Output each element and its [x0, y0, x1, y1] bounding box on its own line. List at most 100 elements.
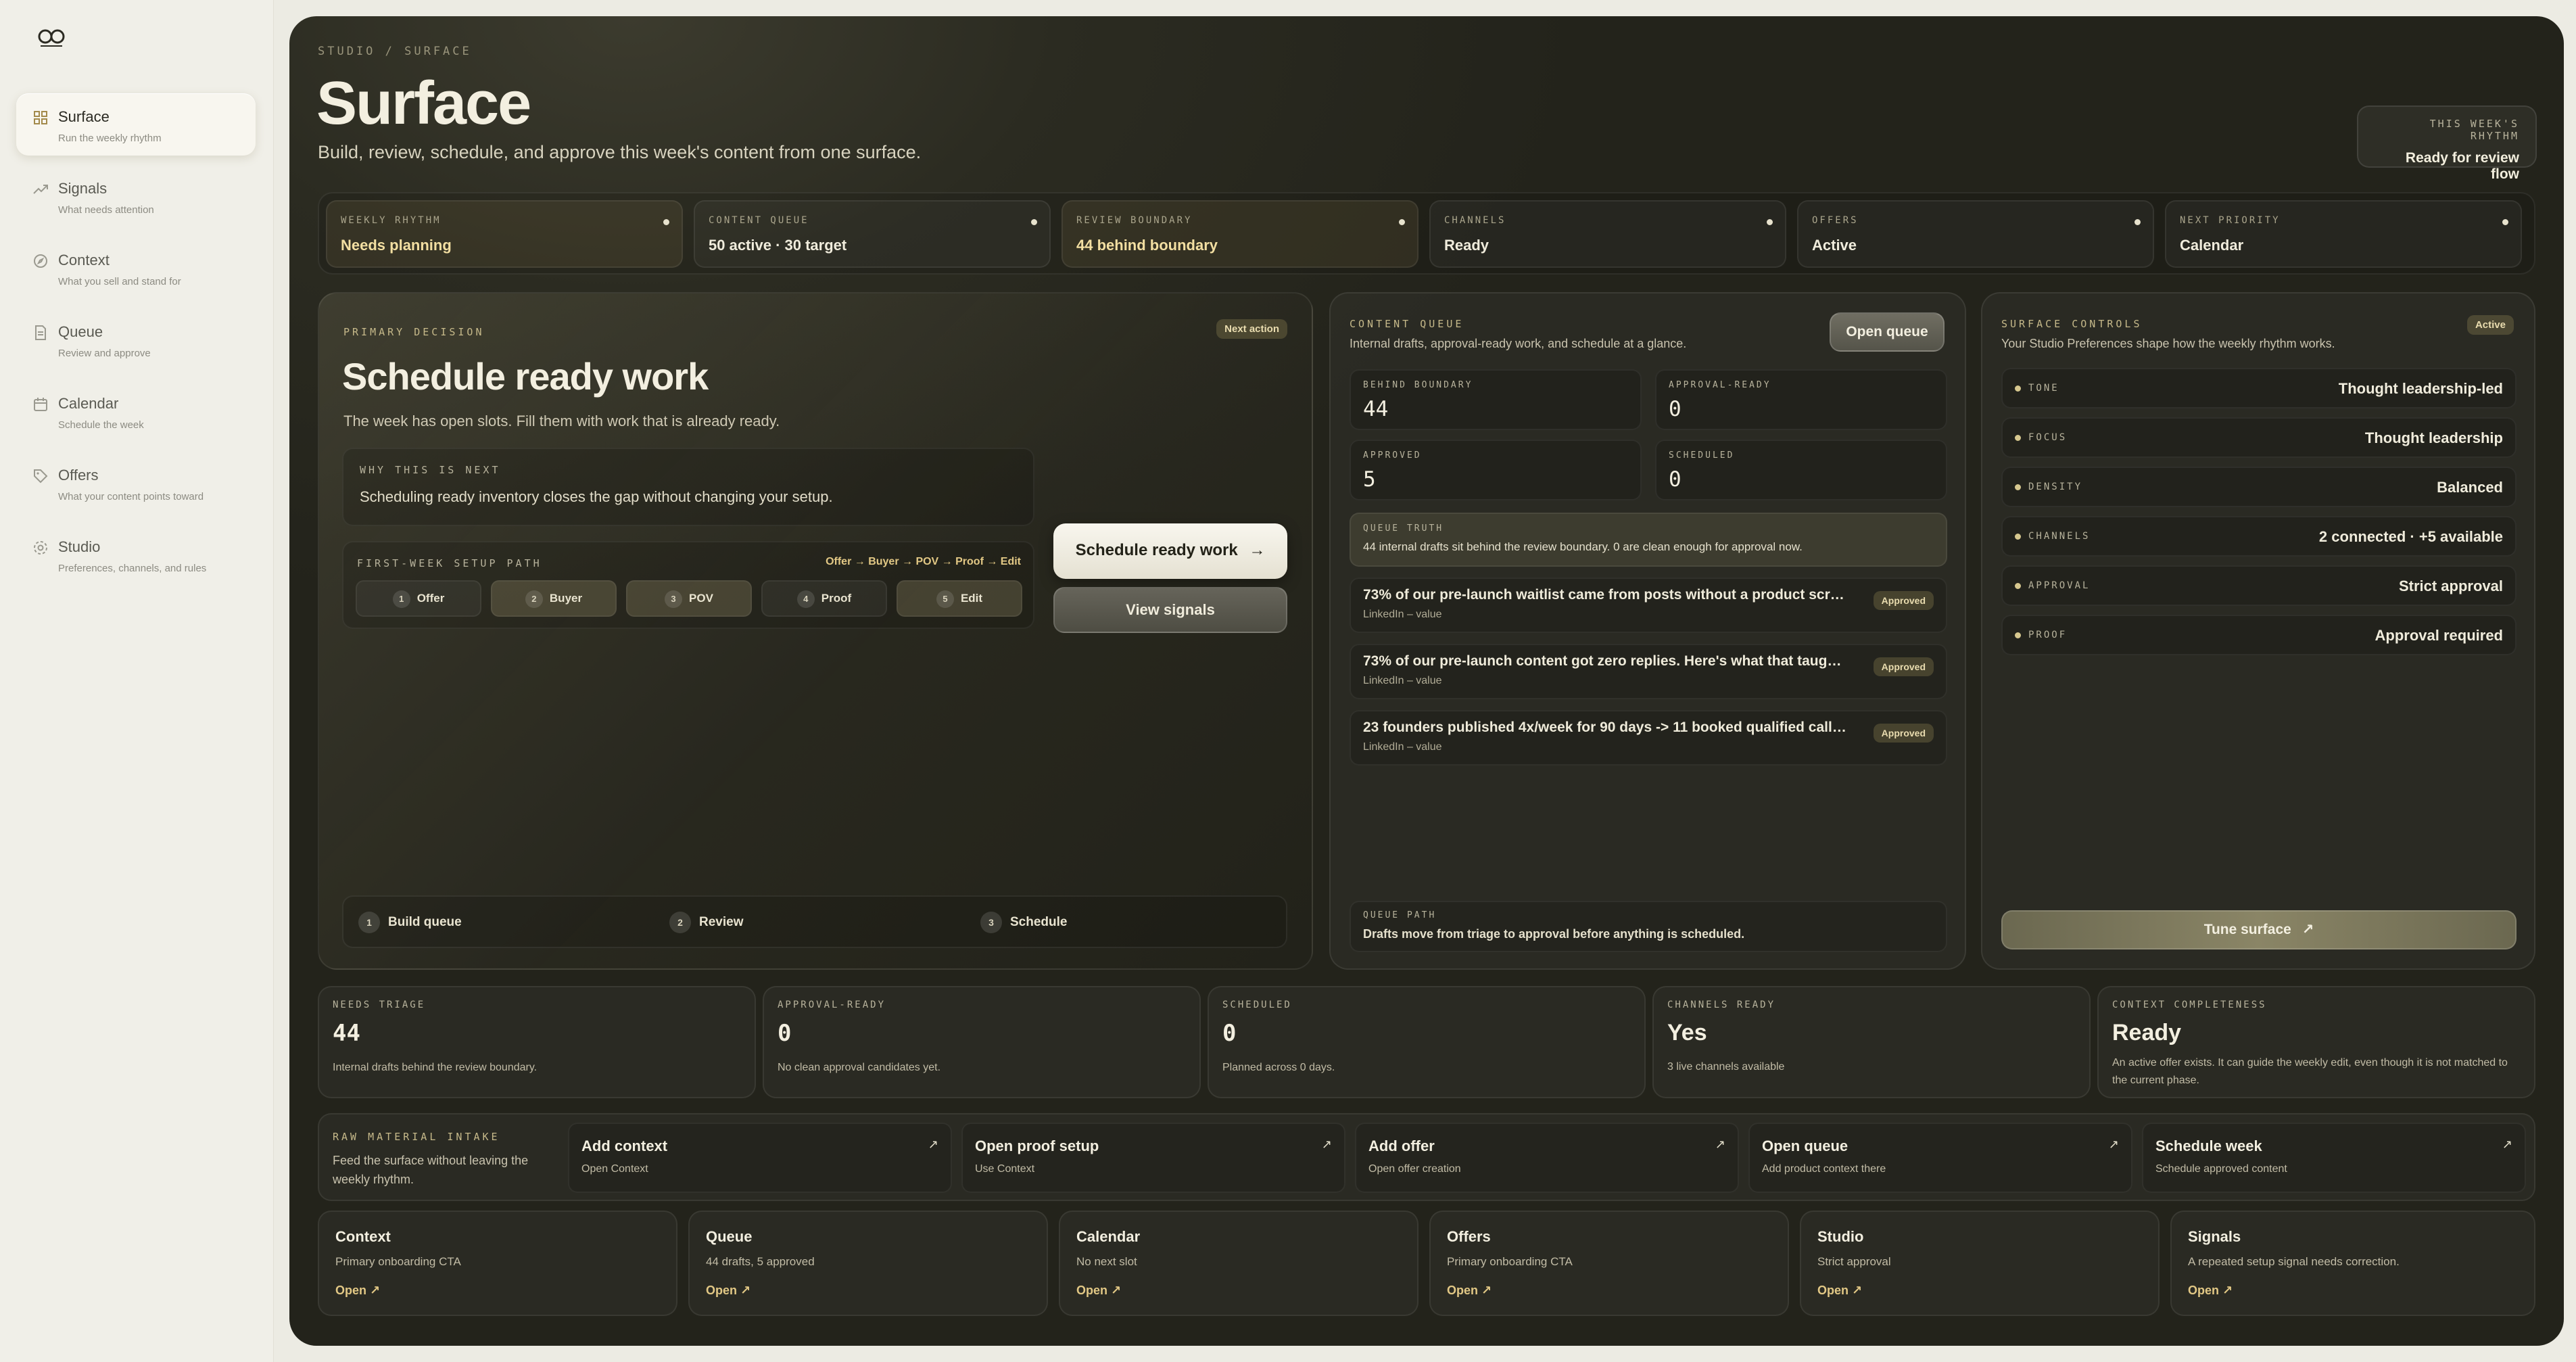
truth-label: QUEUE TRUTH	[1363, 523, 1444, 534]
status-review-boundary[interactable]: REVIEW BOUNDARY 44 behind boundary	[1062, 200, 1418, 268]
sidebar-item-surface[interactable]: Surface Run the weekly rhythm	[16, 93, 256, 156]
setup-path-box: FIRST-WEEK SETUP PATH Offer → Buyer → PO…	[342, 541, 1034, 629]
bullet-dot	[2015, 484, 2021, 490]
logo-icon[interactable]	[35, 27, 68, 49]
queue-item[interactable]: 73% of our pre-launch waitlist came from…	[1350, 578, 1947, 633]
sidebar-item-offers[interactable]: Offers What your content points toward	[16, 452, 256, 514]
control-row-tone[interactable]: TONE Thought leadership-led	[2001, 368, 2517, 408]
action-subtitle: Schedule approved content	[2155, 1163, 2287, 1175]
control-label: FOCUS	[2028, 432, 2068, 443]
control-label: TONE	[2028, 383, 2059, 394]
status-dot	[2502, 219, 2508, 225]
calendar-icon	[34, 398, 47, 411]
queue-item[interactable]: 73% of our pre-launch content got zero r…	[1350, 644, 1947, 699]
sidebar-item-calendar[interactable]: Calendar Schedule the week	[16, 380, 256, 442]
card-label: SURFACE CONTROLS	[2001, 318, 2143, 330]
path-label: QUEUE PATH	[1363, 910, 1437, 920]
status-value: Calendar	[2180, 237, 2244, 254]
open-link[interactable]: Open ↗	[1076, 1284, 1121, 1297]
sidebar-item-queue[interactable]: Queue Review and approve	[16, 308, 256, 371]
queue-metric-behind-boundary: BEHIND BOUNDARY 44	[1350, 369, 1642, 430]
step-label: Edit	[960, 592, 983, 605]
progress-step-review[interactable]: 2 Review	[669, 912, 743, 933]
sidebar-item-label: Studio	[58, 538, 101, 555]
card-label: CONTENT QUEUE	[1350, 318, 1464, 330]
decision-subtitle: The week has open slots. Fill them with …	[343, 413, 780, 429]
status-content-queue[interactable]: CONTENT QUEUE 50 active · 30 target	[694, 200, 1051, 268]
control-row-density[interactable]: DENSITY Balanced	[2001, 467, 2517, 507]
sidebar-item-subtitle: What you sell and stand for	[58, 276, 181, 287]
setup-step-edit[interactable]: 5 Edit	[897, 580, 1022, 617]
status-label: WEEKLY RHYTHM	[341, 215, 442, 226]
open-link[interactable]: Open ↗	[1817, 1284, 1862, 1297]
step-number: 5	[936, 590, 954, 608]
metric-value: 0	[1669, 397, 1681, 421]
open-link[interactable]: Open ↗	[1447, 1284, 1492, 1297]
intake-action-schedule-week[interactable]: Schedule week Schedule approved content ↗	[2142, 1123, 2526, 1193]
open-link[interactable]: Open ↗	[335, 1284, 380, 1297]
open-queue-button[interactable]: Open queue	[1830, 312, 1945, 352]
progress-steps: 1 Build queue 2 Review 3 Schedule	[342, 895, 1287, 948]
controls-subtitle: Your Studio Preferences shape how the we…	[2001, 337, 2335, 350]
step-label: Schedule	[1010, 915, 1068, 929]
tune-surface-button[interactable]: Tune surface ↗	[2001, 910, 2517, 949]
setup-step-offer[interactable]: 1 Offer	[356, 580, 481, 617]
progress-step-build-queue[interactable]: 1 Build queue	[358, 912, 462, 933]
open-link[interactable]: Open ↗	[706, 1284, 750, 1297]
bullet-dot	[2015, 632, 2021, 638]
queue-path: QUEUE PATH Drafts move from triage to ap…	[1350, 901, 1947, 952]
control-row-approval[interactable]: APPROVAL Strict approval	[2001, 565, 2517, 606]
status-value: Needs planning	[341, 237, 452, 254]
setup-step-proof[interactable]: 4 Proof	[761, 580, 887, 617]
intake-action-open-proof-setup[interactable]: Open proof setup Use Context ↗	[961, 1123, 1345, 1193]
control-row-channels[interactable]: CHANNELS 2 connected · +5 available	[2001, 516, 2517, 557]
bullet-dot	[2015, 385, 2021, 392]
card-title: Context	[335, 1228, 391, 1245]
sidebar-item-context[interactable]: Context What you sell and stand for	[16, 237, 256, 299]
view-signals-button[interactable]: View signals	[1053, 587, 1287, 633]
schedule-ready-work-button[interactable]: Schedule ready work →	[1053, 523, 1287, 579]
status-channels[interactable]: CHANNELS Ready	[1429, 200, 1786, 268]
progress-step-schedule[interactable]: 3 Schedule	[980, 912, 1067, 933]
sidebar-item-signals[interactable]: Signals What needs attention	[16, 165, 256, 227]
metric-label: APPROVED	[1363, 450, 1422, 461]
setup-step-buyer[interactable]: 2 Buyer	[491, 580, 617, 617]
status-value: Ready	[1444, 237, 1489, 254]
setup-step-pov[interactable]: 3 POV	[626, 580, 752, 617]
status-next-priority[interactable]: NEXT PRIORITY Calendar	[2165, 200, 2522, 268]
sidebar-item-label: Context	[58, 252, 110, 268]
metric-description: 3 live channels available	[1667, 1061, 1785, 1073]
intake-action-open-queue[interactable]: Open queue Add product context there ↗	[1748, 1123, 2132, 1193]
control-row-proof[interactable]: PROOF Approval required	[2001, 615, 2517, 655]
button-label: Schedule ready work	[1075, 541, 1238, 559]
metric-channels-ready: CHANNELS READY Yes 3 live channels availab…	[1652, 986, 2091, 1098]
setup-label: FIRST-WEEK SETUP PATH	[357, 557, 542, 569]
status-dot	[663, 219, 669, 225]
breadcrumb[interactable]: STUDIO / SURFACE	[318, 45, 472, 58]
metric-label: BEHIND BOUNDARY	[1363, 380, 1473, 390]
card-title: Studio	[1817, 1228, 1864, 1245]
control-row-focus[interactable]: FOCUS Thought leadership	[2001, 417, 2517, 458]
status-label: CHANNELS	[1444, 215, 1506, 226]
card-title: Queue	[706, 1228, 753, 1245]
control-label: PROOF	[2028, 630, 2068, 640]
sidebar-item-studio[interactable]: Studio Preferences, channels, and rules	[16, 523, 256, 586]
card-subtitle: No next slot	[1076, 1255, 1137, 1268]
step-number: 3	[980, 912, 1002, 933]
shortcut-card-studio: Studio Strict approval Open ↗	[1800, 1211, 2160, 1316]
status-weekly-rhythm[interactable]: WEEKLY RHYTHM Needs planning	[326, 200, 683, 268]
action-subtitle: Add product context there	[1762, 1163, 1886, 1175]
open-link[interactable]: Open ↗	[2188, 1284, 2233, 1297]
sidebar-item-subtitle: Preferences, channels, and rules	[58, 563, 207, 574]
intake-action-add-context[interactable]: Add context Open Context ↗	[568, 1123, 952, 1193]
status-strip: WEEKLY RHYTHM Needs planning CONTENT QUE…	[318, 192, 2535, 275]
status-label: NEXT PRIORITY	[2180, 215, 2281, 226]
queue-item[interactable]: 23 founders published 4x/week for 90 day…	[1350, 710, 1947, 766]
status-offers[interactable]: OFFERS Active	[1797, 200, 2154, 268]
step-label: Buyer	[549, 592, 583, 605]
control-value: Thought leadership	[2364, 429, 2503, 446]
weekly-rhythm-badge: THIS WEEK'S RHYTHM Ready for review flow	[2357, 105, 2537, 182]
intake-action-add-offer[interactable]: Add offer Open offer creation ↗	[1355, 1123, 1739, 1193]
control-value: Thought leadership-led	[2338, 380, 2503, 397]
shortcut-card-calendar: Calendar No next slot Open ↗	[1059, 1211, 1418, 1316]
